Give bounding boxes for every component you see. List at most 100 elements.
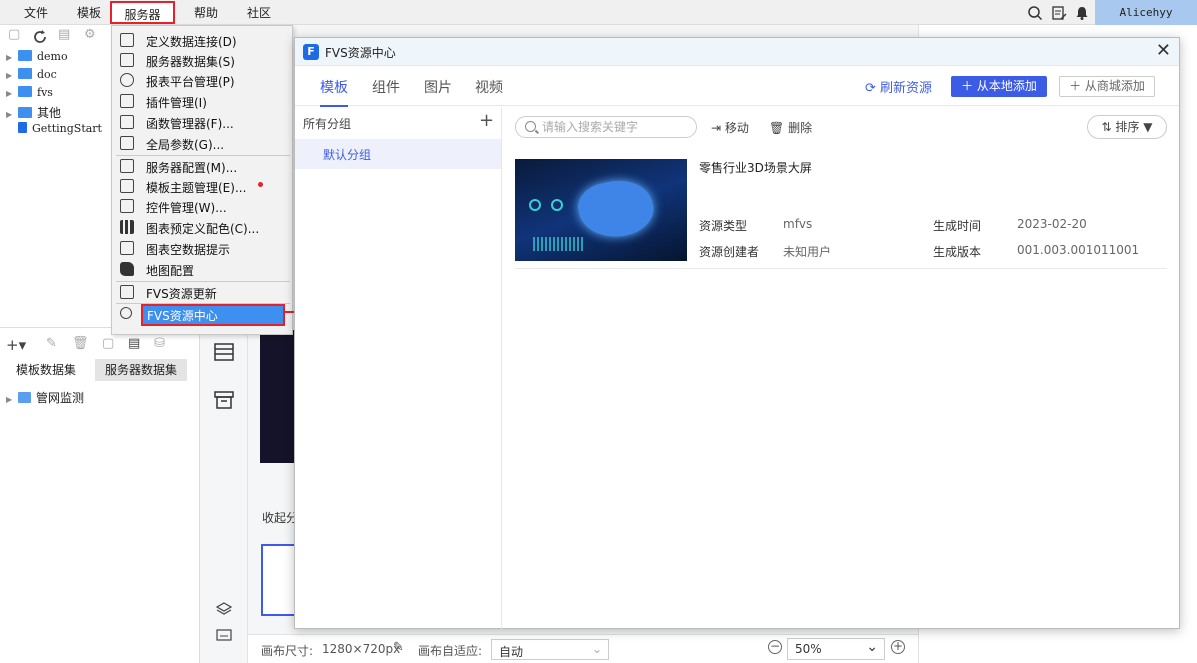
menu-item-function-manage[interactable]: 函数管理器(F)... (112, 112, 292, 133)
tab-server-dataset[interactable]: 服务器数据集 (95, 359, 187, 381)
add-dataset-icon[interactable]: +▾ (6, 336, 26, 354)
tab-video[interactable]: 视频 (475, 77, 503, 97)
server-config-icon (120, 159, 134, 173)
close-icon[interactable]: ✕ (1156, 41, 1171, 61)
expand-arrow-icon[interactable]: ▶ (6, 89, 18, 98)
tab-component[interactable]: 组件 (372, 77, 400, 97)
canvas-bottombar: 画布尺寸: 1280×720px ✎ 画布自适应: 自动 ⌄ − 50% ⌄ + (248, 634, 918, 663)
tree-item-fvs[interactable]: ▶ fvs (6, 86, 53, 104)
tree-item-gettingstart[interactable]: GettingStart (6, 122, 102, 140)
fvs-update-icon (120, 285, 134, 299)
caret-down-icon: ▼ (1139, 120, 1153, 134)
trash-icon[interactable]: 🗑 (72, 336, 89, 352)
folder-icon (18, 86, 32, 97)
search-icon (525, 121, 536, 132)
trash-icon: 🗑 (769, 121, 789, 135)
tab-template-dataset[interactable]: 模板数据集 (0, 359, 92, 381)
menu-item-platform-manage[interactable]: 报表平台管理(P) (112, 70, 292, 91)
dataset-edit-icon[interactable]: ▤ (128, 336, 144, 352)
menu-item-define-connection[interactable]: 定义数据连接(D) (112, 30, 292, 51)
tab-template[interactable]: 模板 (320, 77, 348, 107)
archive-icon[interactable] (214, 391, 234, 409)
type-label: 资源类型 (699, 219, 748, 233)
menu-item-theme-manage[interactable]: 模板主题管理(E)... (112, 176, 292, 197)
component-list-icon[interactable] (214, 343, 234, 361)
expand-arrow-icon[interactable]: ▶ (6, 71, 18, 80)
delete-button[interactable]: 🗑 删除 (769, 119, 812, 136)
database-icon[interactable]: ⛁ (154, 336, 170, 352)
creator-label: 资源创建者 (699, 245, 760, 259)
resource-card[interactable]: 零售行业3D场景大屏 资源类型 mfvs 生成时间 2023-02-20 资源创… (515, 157, 1167, 269)
creator-value: 未知用户 (783, 245, 832, 259)
tab-image[interactable]: 图片 (424, 77, 452, 97)
dialog-header: F FVS资源中心 ✕ (295, 38, 1179, 66)
edit-icon[interactable]: ✎ (46, 336, 62, 352)
user-account[interactable]: Alicehyy (1095, 0, 1197, 25)
version-label: 生成版本 (933, 245, 982, 259)
dataset-tabs: 模板数据集 服务器数据集 (0, 359, 200, 381)
time-value: 2023-02-20 (1017, 217, 1087, 231)
menu-server[interactable]: 服务器 (110, 1, 175, 24)
refresh-resource-button[interactable]: ⟳ 刷新资源 (865, 77, 932, 96)
bell-icon[interactable] (1074, 5, 1090, 21)
settings-icon[interactable]: ⚙ (84, 27, 100, 43)
refresh-icon[interactable] (32, 29, 48, 45)
preview-icon[interactable]: ▢ (102, 336, 118, 352)
adapt-select[interactable]: 自动 ⌄ (491, 639, 609, 660)
type-value: mfvs (783, 217, 813, 231)
menu-item-plugin-manage[interactable]: 插件管理(I) (112, 91, 292, 112)
expand-arrow-icon[interactable]: ▶ (6, 395, 18, 404)
zoom-out-icon[interactable]: − (768, 640, 782, 654)
menu-file[interactable]: 文件 (24, 4, 48, 21)
gauge-graphic (551, 199, 563, 211)
expand-arrow-icon[interactable]: ▶ (6, 110, 18, 119)
search-input[interactable] (542, 119, 692, 135)
fvs-resource-dialog: F FVS资源中心 ✕ 模板 组件 图片 视频 ⟳ 刷新资源 ＋ 从本地添加 ＋… (294, 37, 1180, 629)
layers-icon[interactable] (216, 601, 232, 617)
search-icon[interactable] (1027, 5, 1043, 21)
notes-icon[interactable] (1051, 5, 1067, 21)
resource-thumbnail[interactable] (515, 159, 687, 261)
tree-item-demo[interactable]: ▶ demo (6, 50, 68, 68)
menu-item-widget-manage[interactable]: 控件管理(W)... (112, 196, 292, 217)
add-from-local-button[interactable]: ＋ 从本地添加 (951, 76, 1047, 97)
expand-arrow-icon[interactable]: ▶ (6, 53, 18, 62)
add-from-store-button[interactable]: ＋ 从商城添加 (1059, 76, 1155, 97)
tree-item-other[interactable]: ▶ 其他 (6, 104, 61, 122)
canvas-size-label: 画布尺寸: (261, 644, 314, 658)
search-box[interactable] (515, 116, 697, 138)
menu-item-chart-colors[interactable]: 图表预定义配色(C)... (112, 217, 292, 238)
move-button[interactable]: ⇥ 移动 (711, 119, 749, 136)
edit-size-icon[interactable]: ✎ (393, 640, 404, 655)
menu-item-chart-empty-tip[interactable]: 图表空数据提示 (112, 238, 292, 259)
keyboard-icon[interactable] (216, 628, 232, 642)
tree-item-doc[interactable]: ▶ doc (6, 68, 57, 86)
new-folder-icon[interactable]: ▢ (8, 27, 24, 43)
menu-item-server-config[interactable]: 服务器配置(M)... (112, 156, 292, 177)
menu-item-global-params[interactable]: 全局参数(G)... (112, 133, 292, 154)
zoom-select[interactable]: 50% ⌄ (787, 638, 885, 660)
collapse-label[interactable]: 收起分 (262, 509, 298, 526)
menu-help[interactable]: 帮助 (194, 4, 218, 21)
all-groups-label: 所有分组 (303, 117, 352, 131)
sort-icon: ⇅ (1101, 120, 1116, 134)
dataset-item[interactable]: ▶ 管网监测 (6, 389, 84, 407)
server-menu: 定义数据连接(D) 服务器数据集(S) 报表平台管理(P) 插件管理(I) 函数… (111, 25, 293, 335)
grid-circles-icon (120, 307, 132, 319)
page-thumbnail[interactable] (261, 544, 297, 616)
group-item-default[interactable]: 默认分组 (295, 139, 501, 169)
parameter-icon (120, 136, 134, 150)
sort-button[interactable]: ⇅ 排序 ▼ (1087, 115, 1167, 139)
menu-item-fvs-resource-center[interactable]: FVS资源中心 (112, 304, 292, 326)
add-group-icon[interactable]: + (479, 110, 494, 131)
menu-item-map-config[interactable]: 地图配置 (112, 259, 292, 280)
menu-community[interactable]: 社区 (247, 4, 271, 21)
menu-item-server-dataset[interactable]: 服务器数据集(S) (112, 50, 292, 71)
new-badge (258, 182, 263, 187)
zoom-in-icon[interactable]: + (891, 640, 905, 654)
menu-item-fvs-update[interactable]: FVS资源更新 (112, 282, 292, 303)
dataset-icon (18, 392, 31, 403)
locate-icon[interactable]: ▤ (58, 27, 74, 43)
menu-template[interactable]: 模板 (77, 4, 101, 21)
refresh-icon: ⟳ (865, 81, 881, 96)
